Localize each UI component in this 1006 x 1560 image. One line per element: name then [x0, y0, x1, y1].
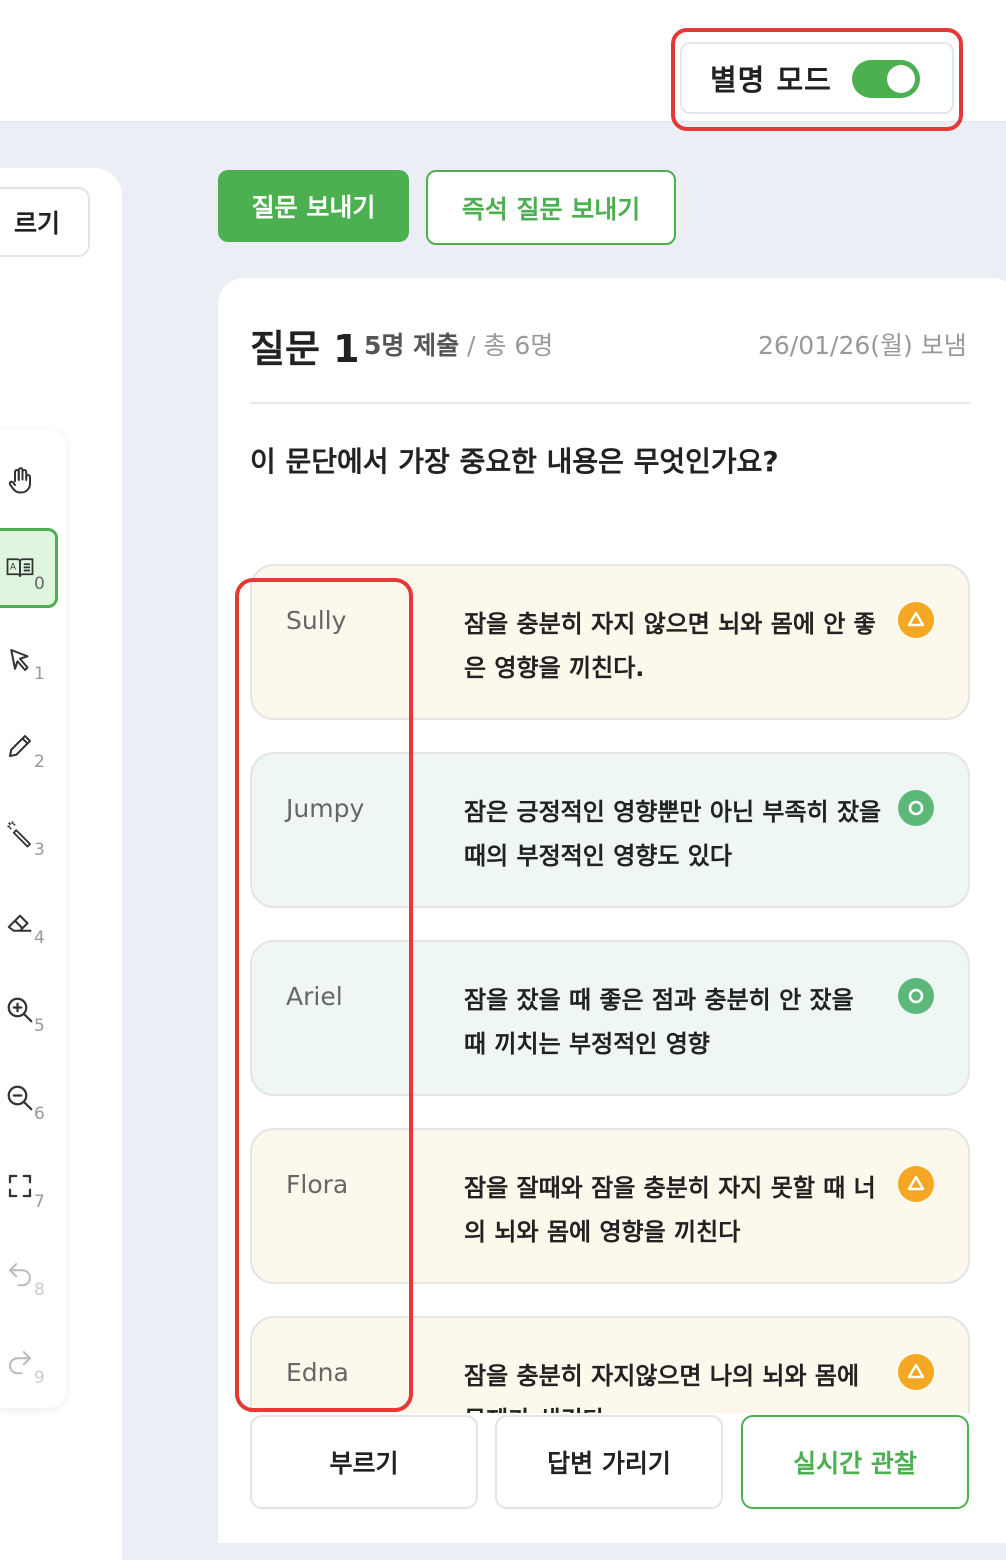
toggle-knob: [887, 65, 915, 93]
tool-number: 0: [34, 574, 45, 594]
question-text: 이 문단에서 가장 중요한 내용은 무엇인가요?: [250, 445, 779, 478]
tool-number: 2: [34, 752, 45, 772]
send-instant-question-button[interactable]: 즉석 질문 보내기: [426, 170, 676, 245]
student-alias: Sully: [286, 606, 347, 635]
answer-card[interactable]: Jumpy 잠은 긍정적인 영향뿐만 아닌 부족히 잤을때의 부정적인 영향도 …: [250, 752, 970, 908]
triangle-icon[interactable]: [898, 1166, 934, 1202]
circle-icon[interactable]: [898, 978, 934, 1014]
answer-text: 잠을 충분히 자지 않으면 뇌와 몸에 안 좋은 영향을 끼친다.: [464, 610, 876, 682]
answer-card[interactable]: Ariel 잠을 잤을 때 좋은 점과 충분히 안 잤을 때 끼치는 부정적인 …: [250, 940, 970, 1096]
total-count: / 총 6명: [459, 331, 554, 360]
live-observe-button[interactable]: 실시간 관찰: [741, 1415, 969, 1509]
answer-text: 잠을 잘때와 잠을 충분히 자지 못할 때 너의 뇌와 몸에 영향을 끼친다: [464, 1174, 876, 1246]
hand-icon[interactable]: [0, 460, 40, 500]
svg-text:A: A: [10, 562, 16, 572]
answer-card[interactable]: Sully 잠을 충분히 자지 않으면 뇌와 몸에 안 좋은 영향을 끼친다.: [250, 564, 970, 720]
answer-text: 잠을 잤을 때 좋은 점과 충분히 안 잤을 때 끼치는 부정적인 영향: [464, 986, 854, 1058]
student-alias: Jumpy: [286, 794, 365, 823]
tool-number: 8: [34, 1280, 45, 1300]
hide-answers-button[interactable]: 답변 가리기: [495, 1415, 723, 1509]
toggle-switch[interactable]: [852, 60, 920, 98]
tool-number: 7: [34, 1192, 45, 1212]
question-card: 질문 1 5명 제출 / 총 6명 26/01/26(월) 보냄 이 문단에서 …: [218, 278, 1006, 1542]
alias-mode-toggle[interactable]: 별명 모드: [680, 42, 954, 114]
answer-card[interactable]: Flora 잠을 잘때와 잠을 충분히 자지 못할 때 너의 뇌와 몸에 영향을…: [250, 1128, 970, 1284]
divider: [250, 402, 970, 404]
send-question-button[interactable]: 질문 보내기: [218, 170, 409, 242]
question-title: 질문 1: [250, 327, 360, 371]
triangle-icon[interactable]: [898, 1354, 934, 1390]
student-alias: Edna: [286, 1358, 349, 1387]
student-alias: Flora: [286, 1170, 349, 1199]
tool-number: 5: [34, 1016, 45, 1036]
answer-list[interactable]: Sully 잠을 충분히 자지 않으면 뇌와 몸에 안 좋은 영향을 끼친다. …: [250, 564, 970, 1414]
top-bar: 별명 모드: [0, 0, 1006, 122]
submitted-count: 5명 제출: [364, 331, 460, 360]
triangle-icon[interactable]: [898, 602, 934, 638]
call-button-partial[interactable]: 르기: [0, 187, 90, 257]
bottom-action-bar: 부르기 답변 가리기 실시간 관찰: [218, 1413, 1006, 1543]
tool-number: 4: [34, 928, 45, 948]
answer-card[interactable]: Edna 잠을 충분히 자지않으면 나의 뇌와 몸에 문제가 생긴다: [250, 1316, 970, 1414]
circle-icon[interactable]: [898, 790, 934, 826]
sent-date: 26/01/26(월) 보냄: [758, 331, 967, 360]
call-button[interactable]: 부르기: [250, 1415, 478, 1509]
submission-count: 5명 제출 / 총 6명: [364, 326, 553, 362]
tool-number: 3: [34, 840, 45, 860]
tool-number: 6: [34, 1104, 45, 1124]
call-button-partial-label: 르기: [13, 209, 60, 238]
tool-number: 1: [34, 664, 45, 684]
alias-mode-label: 별명 모드: [710, 63, 832, 97]
answer-text: 잠을 충분히 자지않으면 나의 뇌와 몸에 문제가 생긴다: [464, 1362, 860, 1414]
answer-text: 잠은 긍정적인 영향뿐만 아닌 부족히 잤을때의 부정적인 영향도 있다: [464, 798, 882, 870]
student-alias: Ariel: [286, 982, 343, 1011]
tool-number: 9: [34, 1368, 45, 1388]
